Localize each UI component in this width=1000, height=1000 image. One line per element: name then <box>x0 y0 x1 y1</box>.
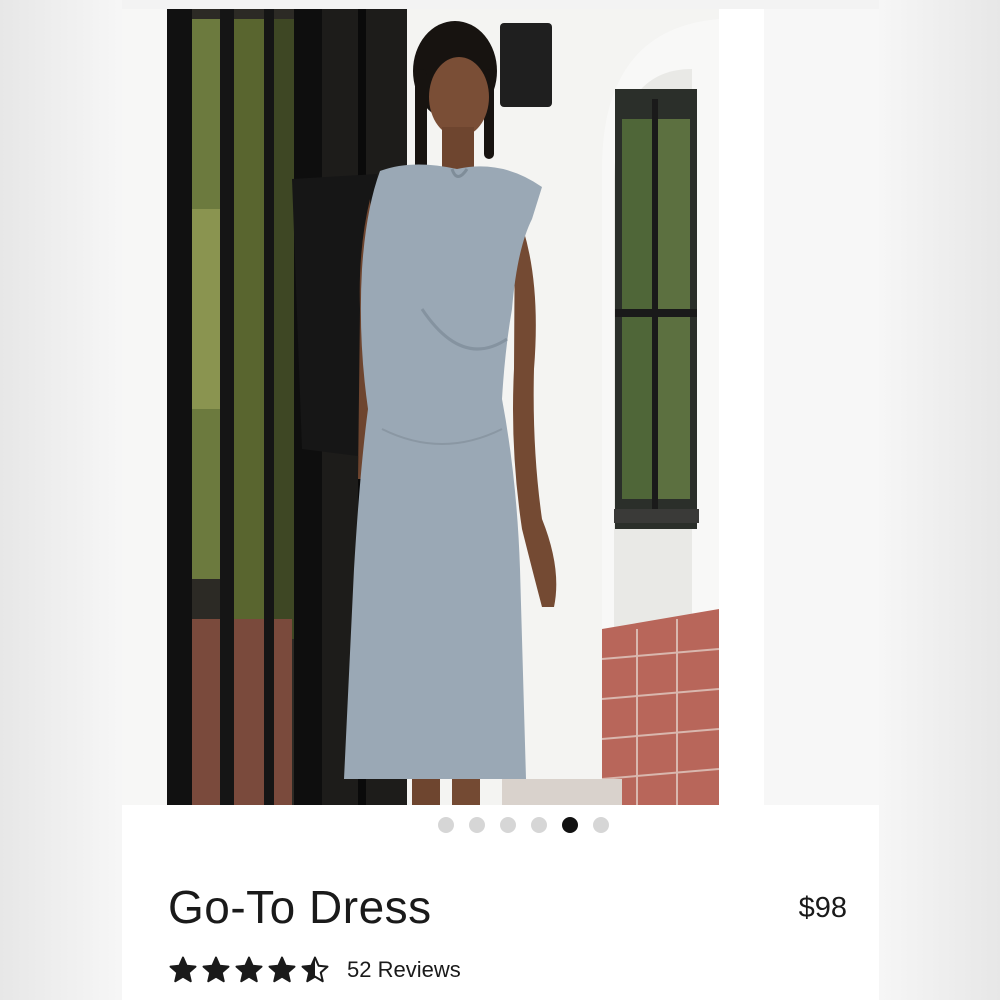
next-image-peek[interactable] <box>764 9 879 805</box>
star-icon <box>268 956 296 983</box>
star-icon <box>235 956 263 983</box>
product-image[interactable] <box>122 9 719 805</box>
carousel-dot[interactable] <box>593 817 609 833</box>
product-card: Go-To Dress $98 52 Reviews <box>122 0 879 1000</box>
product-title: Go-To Dress <box>168 881 432 933</box>
page-background: Go-To Dress $98 52 Reviews <box>0 0 1000 1000</box>
top-divider <box>122 0 879 9</box>
product-price: $98 <box>798 892 847 924</box>
carousel-dot[interactable] <box>531 817 547 833</box>
carousel-dot[interactable] <box>438 817 454 833</box>
carousel-dot[interactable] <box>469 817 485 833</box>
star-half-icon <box>301 956 329 983</box>
carousel-dot[interactable] <box>562 817 578 833</box>
carousel-indicator <box>438 817 609 833</box>
image-gutter <box>719 9 764 805</box>
star-rating <box>168 955 330 985</box>
star-icon <box>169 956 197 983</box>
rating-row[interactable]: 52 Reviews <box>168 955 461 985</box>
carousel-dot[interactable] <box>500 817 516 833</box>
reviews-link[interactable]: 52 Reviews <box>347 957 461 983</box>
star-icon <box>202 956 230 983</box>
